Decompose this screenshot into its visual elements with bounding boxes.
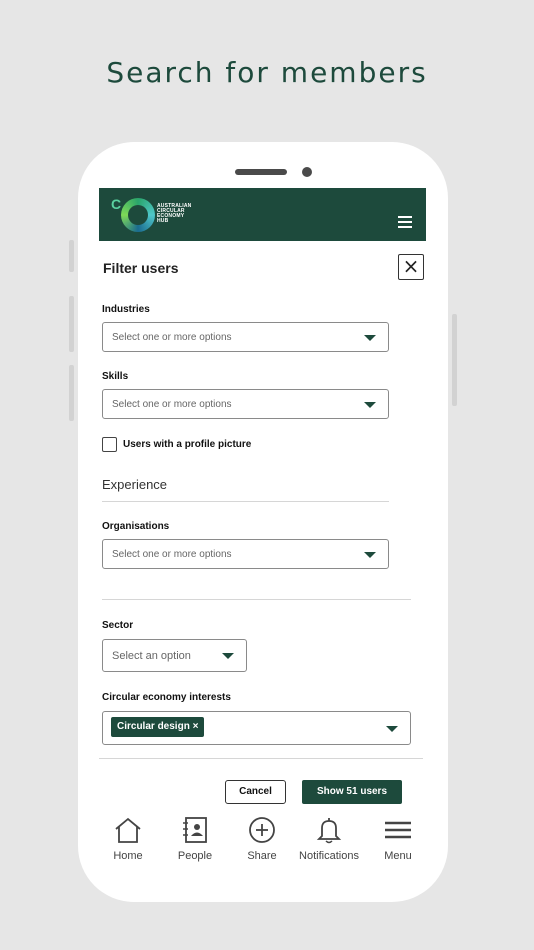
profile-picture-checkbox[interactable] <box>102 437 117 452</box>
divider <box>99 758 423 759</box>
nav-item-menu[interactable]: Menu <box>363 814 433 862</box>
industries-select[interactable]: Select one or more options <box>102 322 389 352</box>
chevron-down-icon <box>364 402 376 408</box>
phone-camera <box>302 167 312 177</box>
profile-picture-label: Users with a profile picture <box>123 439 252 450</box>
sector-select[interactable]: Select an option <box>102 639 247 672</box>
skills-select[interactable]: Select one or more options <box>102 389 389 419</box>
phone-speaker <box>235 169 287 175</box>
phone-power-button <box>452 314 457 406</box>
menu-icon <box>363 814 433 846</box>
phone-side-button <box>69 365 74 421</box>
logo-text: AUSTRALIAN CIRCULAR ECONOMY HUB <box>157 203 192 224</box>
bottom-nav: Home People Share Notifications Menu <box>78 814 448 874</box>
ace-hub-logo[interactable] <box>121 198 155 232</box>
app-header: C AUSTRALIAN CIRCULAR ECONOMY HUB <box>99 188 426 241</box>
nav-item-share[interactable]: Share <box>227 814 297 862</box>
bell-icon <box>294 814 364 846</box>
chevron-down-icon <box>386 726 398 732</box>
ce-interests-label: Circular economy interests <box>102 692 231 703</box>
chevron-down-icon <box>222 653 234 659</box>
phone-side-button <box>69 240 74 272</box>
close-button[interactable]: × <box>398 254 424 280</box>
nav-item-home[interactable]: Home <box>93 814 163 862</box>
ce-interests-select[interactable]: Circular design × <box>102 711 411 745</box>
chevron-down-icon <box>364 335 376 341</box>
nav-item-notifications[interactable]: Notifications <box>294 814 364 862</box>
chevron-down-icon <box>364 552 376 558</box>
plus-circle-icon <box>227 814 297 846</box>
nav-item-people[interactable]: People <box>160 814 230 862</box>
sector-label: Sector <box>102 620 134 631</box>
logo-mark: C <box>111 196 122 212</box>
organisations-label: Organisations <box>102 521 170 532</box>
phone-frame: C AUSTRALIAN CIRCULAR ECONOMY HUB Filter… <box>78 142 448 902</box>
hamburger-icon[interactable] <box>398 216 412 231</box>
divider <box>102 501 389 502</box>
show-users-button[interactable]: Show 51 users <box>302 780 402 804</box>
people-icon <box>160 814 230 846</box>
organisations-select[interactable]: Select one or more options <box>102 539 389 569</box>
experience-heading: Experience <box>102 477 168 492</box>
phone-side-button <box>69 296 74 352</box>
cancel-button[interactable]: Cancel <box>225 780 286 804</box>
tag-chip[interactable]: Circular design × <box>111 717 205 737</box>
filter-title: Filter users <box>103 260 179 276</box>
page-headline: Search for members <box>106 56 428 89</box>
divider <box>102 599 411 600</box>
industries-label: Industries <box>102 304 150 315</box>
skills-label: Skills <box>102 371 129 382</box>
home-icon <box>93 814 163 846</box>
close-icon: × <box>402 254 420 278</box>
